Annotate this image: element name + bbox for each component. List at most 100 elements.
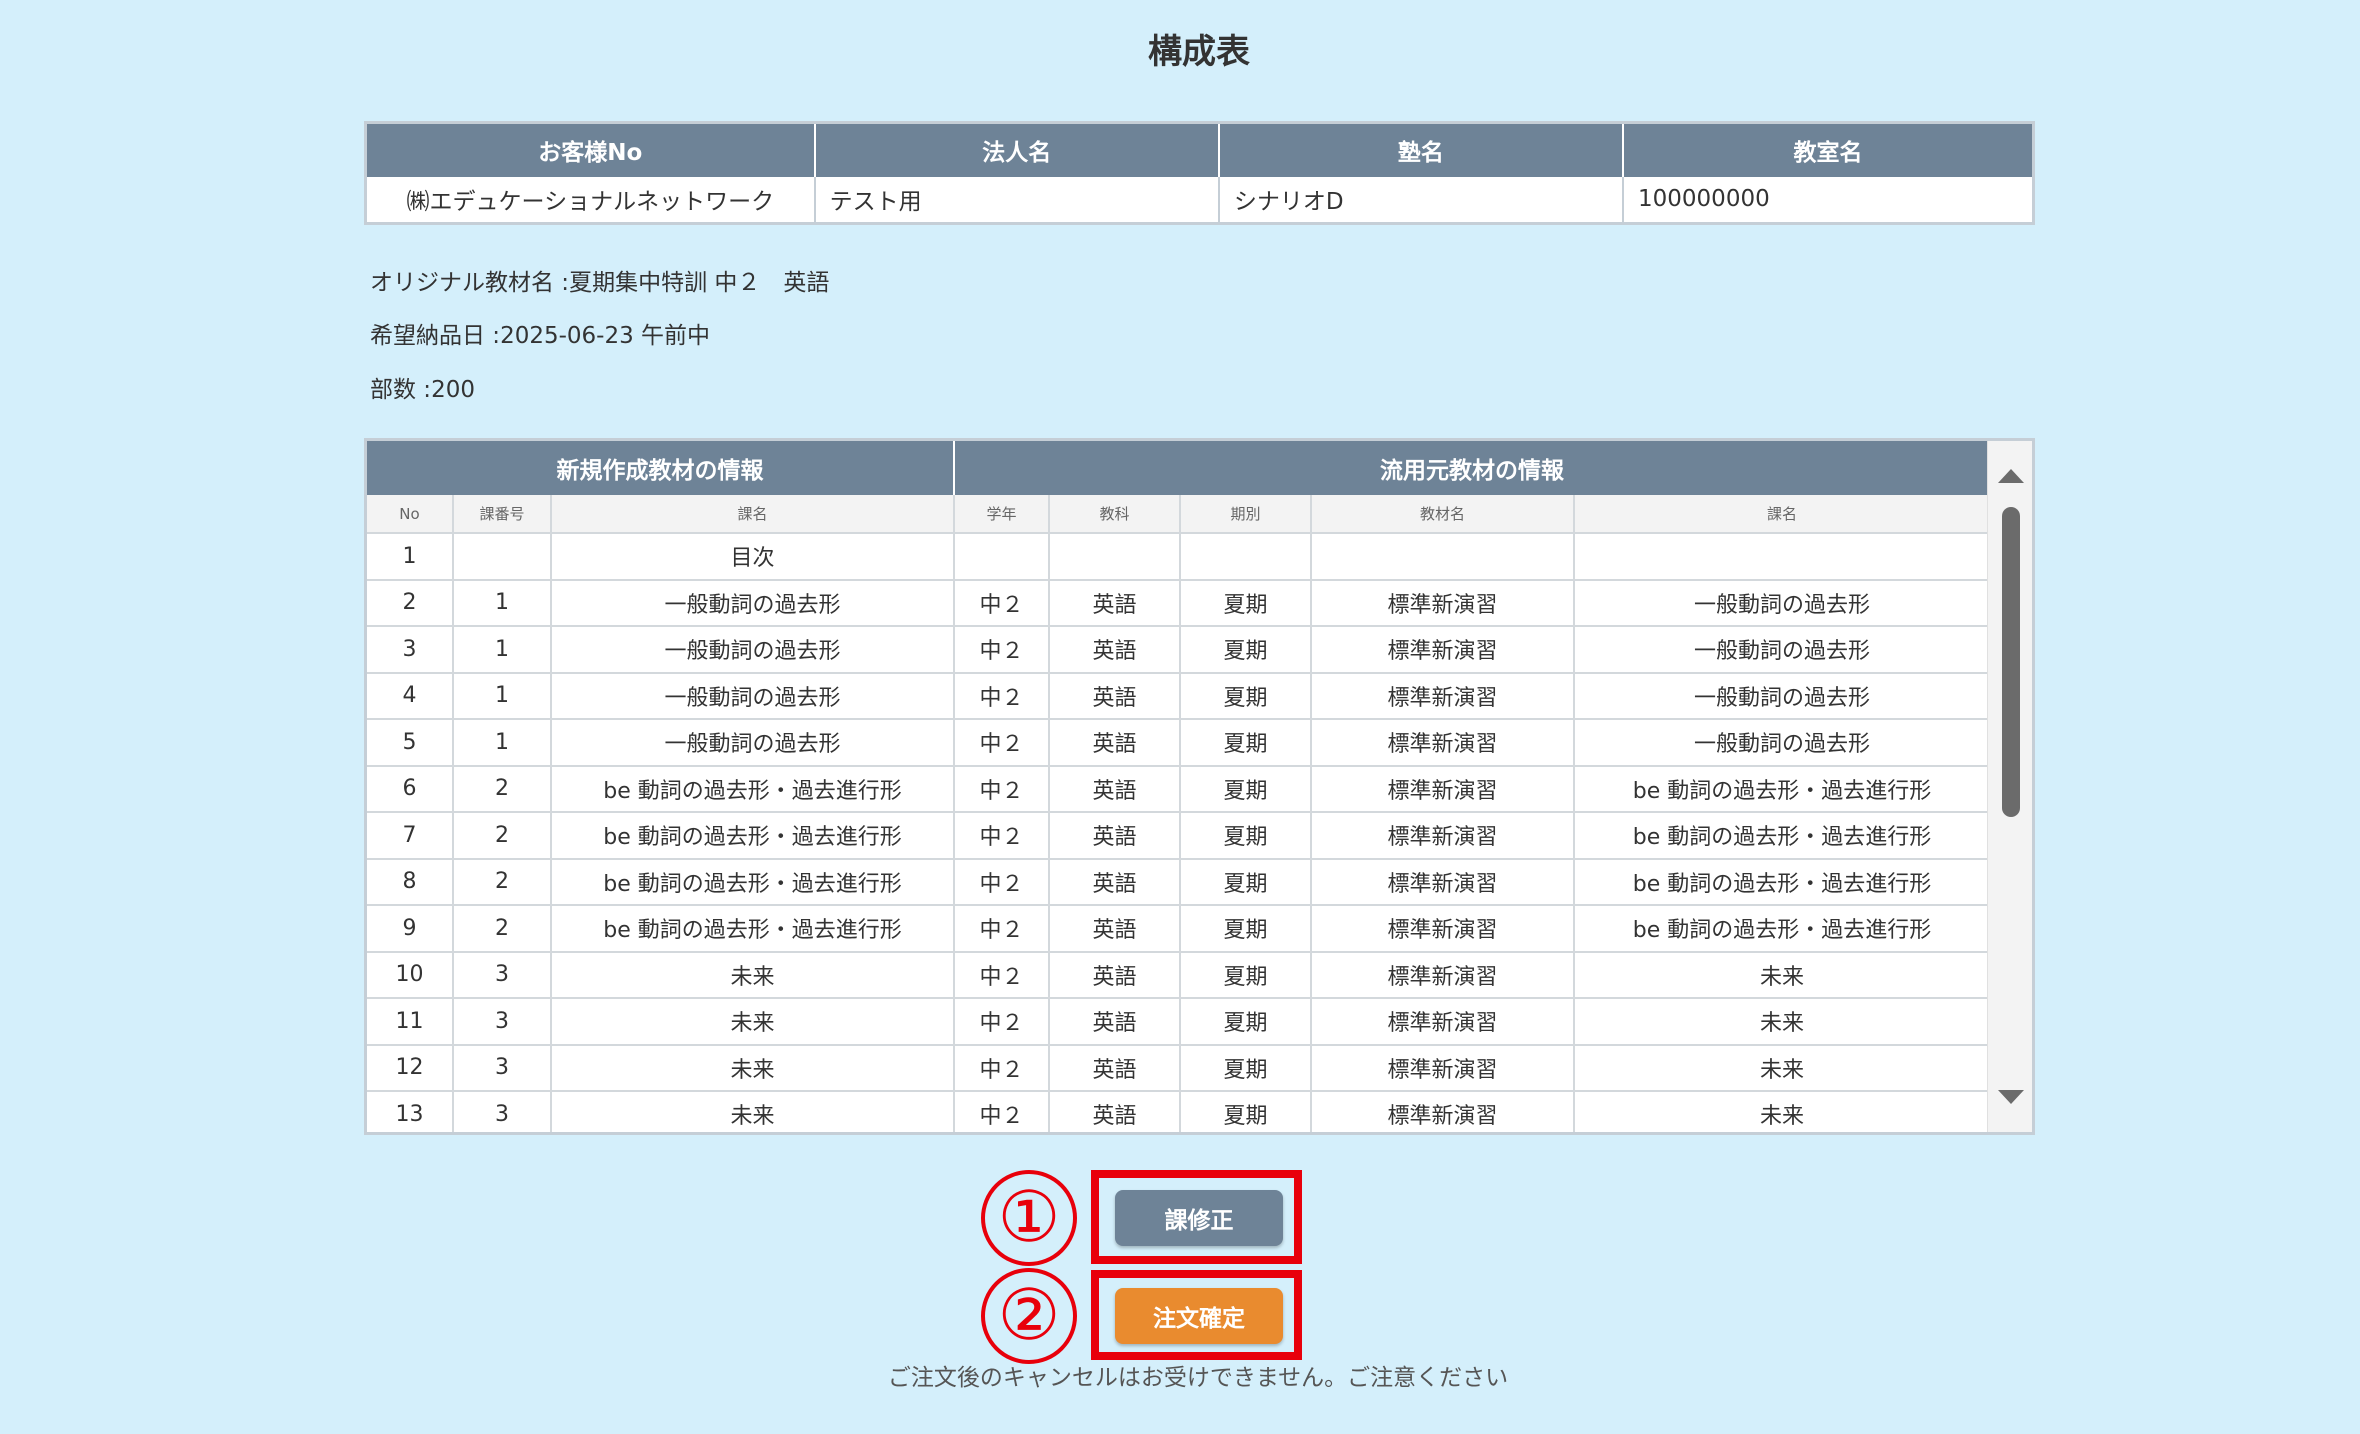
subject-cell: 英語 (1049, 905, 1182, 953)
material-name-cell: 標準新演習 (1311, 998, 1576, 1046)
source-lesson-name-cell: be 動詞の過去形・過去進行形 (1574, 765, 1992, 813)
customer-header-row: お客様No 法人名 塾名 教室名 (365, 122, 2034, 177)
lesson-name-cell: be 動詞の過去形・過去進行形 (551, 812, 956, 860)
term-cell: 夏期 (1180, 765, 1313, 813)
composition-table: 新規作成教材の情報 流用元教材の情報 No 課番号 課名 学年 教科 期別 教材… (367, 441, 1992, 1132)
term-cell: 夏期 (1180, 1044, 1313, 1092)
delivery-date-line: 希望納品日 :2025-06-23 午前中 (370, 316, 710, 350)
table-row: 3 1 一般動詞の過去形 中２ 英語 夏期 標準新演習 一般動詞の過去形 (367, 626, 1992, 674)
material-name-cell: 標準新演習 (1311, 858, 1576, 906)
lesson-number-cell: 1 (453, 626, 552, 674)
classroom-name-value: 100000000 (1638, 186, 1770, 213)
subject-cell: 英語 (1049, 719, 1182, 767)
grade-cell: 中２ (954, 672, 1051, 720)
material-name-cell: 標準新演習 (1311, 672, 1576, 720)
source-lesson-name-cell: 一般動詞の過去形 (1574, 626, 1992, 674)
term-cell: 夏期 (1180, 719, 1313, 767)
lesson-number-cell: 3 (453, 951, 552, 999)
row-no-cell: 1 (367, 533, 454, 581)
marker-2-icon: ② (981, 1268, 1077, 1364)
lesson-number-cell: 1 (453, 579, 552, 627)
row-no-cell: 10 (367, 951, 454, 999)
lesson-name-header: 課名 (551, 495, 956, 534)
customer-table: お客様No 法人名 塾名 教室名 ㈱エデュケーショナルネットワーク テスト用 シ… (364, 121, 2035, 225)
composition-sub-header-row: No 課番号 課名 学年 教科 期別 教材名 課名 (367, 495, 1992, 534)
grade-cell: 中２ (954, 719, 1051, 767)
table-row: 12 3 未来 中２ 英語 夏期 標準新演習 未来 (367, 1044, 1992, 1092)
material-name-cell: 標準新演習 (1311, 1044, 1576, 1092)
source-lesson-name-cell: 未来 (1574, 1091, 1992, 1132)
page-title: 構成表 (1148, 32, 1250, 72)
scroll-up-arrow-icon[interactable] (1998, 469, 2024, 483)
edit-lesson-button[interactable]: 課修正 (1115, 1190, 1283, 1246)
table-row: 5 1 一般動詞の過去形 中２ 英語 夏期 標準新演習 一般動詞の過去形 (367, 719, 1992, 767)
material-name-cell (1311, 533, 1576, 581)
source-lesson-name-cell: 一般動詞の過去形 (1574, 579, 1992, 627)
copies-line: 部数 :200 (370, 370, 475, 404)
subject-cell: 英語 (1049, 951, 1182, 999)
subject-cell: 英語 (1049, 765, 1182, 813)
material-name-cell: 標準新演習 (1311, 765, 1576, 813)
composition-table-body: 1 目次 2 1 一般動詞の過去形 中２ 英語 夏期 標準新演習 一般動詞の過去形 3 1 一般動詞の過… (367, 533, 1992, 1132)
material-name-header: 教材名 (1311, 495, 1576, 534)
lesson-name-cell: 一般動詞の過去形 (551, 719, 956, 767)
grade-cell: 中２ (954, 858, 1051, 906)
source-lesson-name-header: 課名 (1574, 495, 1992, 534)
term-cell: 夏期 (1180, 812, 1313, 860)
row-no-cell: 3 (367, 626, 454, 674)
delivery-date-label: 希望納品日 : (370, 323, 501, 349)
table-row: 2 1 一般動詞の過去形 中２ 英語 夏期 標準新演習 一般動詞の過去形 (367, 579, 1992, 627)
table-row: 6 2 be 動詞の過去形・過去進行形 中２ 英語 夏期 標準新演習 be 動詞の過去形・過去… (367, 765, 1992, 813)
copies-label: 部数 : (370, 377, 432, 403)
table-row: 9 2 be 動詞の過去形・過去進行形 中２ 英語 夏期 標準新演習 be 動詞の過去形・過去… (367, 905, 1992, 953)
lesson-name-cell: 一般動詞の過去形 (551, 579, 956, 627)
term-cell: 夏期 (1180, 626, 1313, 674)
grade-cell: 中２ (954, 905, 1051, 953)
scroll-down-arrow-icon[interactable] (1998, 1090, 2024, 1104)
scroll-thumb[interactable] (2002, 507, 2020, 817)
subject-cell: 英語 (1049, 812, 1182, 860)
source-lesson-name-cell: be 動詞の過去形・過去進行形 (1574, 905, 1992, 953)
subject-cell: 英語 (1049, 626, 1182, 674)
composition-group-header-row: 新規作成教材の情報 流用元教材の情報 (367, 441, 1992, 495)
marker-1-icon: ① (981, 1170, 1077, 1266)
material-name-value: 夏期集中特訓 中２ 英語 (569, 270, 830, 296)
grade-header: 学年 (954, 495, 1051, 534)
school-name-value: シナリオD (1218, 176, 1625, 224)
material-name-cell: 標準新演習 (1311, 905, 1576, 953)
row-no-cell: 11 (367, 998, 454, 1046)
grade-cell: 中２ (954, 626, 1051, 674)
corporation-name-value: テスト用 (814, 176, 1220, 224)
row-no-cell: 9 (367, 905, 454, 953)
confirm-order-button[interactable]: 注文確定 (1115, 1288, 1283, 1344)
lesson-number-cell: 2 (453, 905, 552, 953)
lesson-number-cell: 2 (453, 765, 552, 813)
school-name-header: 塾名 (1218, 122, 1625, 177)
table-row: 8 2 be 動詞の過去形・過去進行形 中２ 英語 夏期 標準新演習 be 動詞の過去形・過去… (367, 858, 1992, 906)
lesson-number-cell: 3 (453, 1044, 552, 1092)
subject-cell: 英語 (1049, 579, 1182, 627)
grade-cell: 中２ (954, 765, 1051, 813)
subject-header: 教科 (1049, 495, 1182, 534)
source-lesson-name-cell (1574, 533, 1992, 581)
lesson-name-cell: be 動詞の過去形・過去進行形 (551, 765, 956, 813)
lesson-name-cell: 未来 (551, 1091, 956, 1132)
grade-cell: 中２ (954, 1091, 1051, 1132)
material-name-cell: 標準新演習 (1311, 719, 1576, 767)
table-scrollbar[interactable] (1987, 441, 2032, 1132)
term-cell: 夏期 (1180, 858, 1313, 906)
composition-table-container[interactable]: 新規作成教材の情報 流用元教材の情報 No 課番号 課名 学年 教科 期別 教材… (364, 438, 2035, 1135)
term-header: 期別 (1180, 495, 1313, 534)
lesson-number-cell: 3 (453, 1091, 552, 1132)
table-row: 10 3 未来 中２ 英語 夏期 標準新演習 未来 (367, 951, 1992, 999)
term-cell: 夏期 (1180, 998, 1313, 1046)
copies-value: 200 (431, 377, 475, 403)
new-material-group-header: 新規作成教材の情報 (367, 441, 956, 495)
source-material-group-header: 流用元教材の情報 (954, 441, 1992, 495)
lesson-name-cell: 未来 (551, 1044, 956, 1092)
lesson-number-cell: 2 (453, 858, 552, 906)
material-name-cell: 標準新演習 (1311, 1091, 1576, 1132)
material-name-line: オリジナル教材名 :夏期集中特訓 中２ 英語 (370, 263, 829, 297)
subject-cell: 英語 (1049, 1044, 1182, 1092)
lesson-number-header: 課番号 (453, 495, 552, 534)
